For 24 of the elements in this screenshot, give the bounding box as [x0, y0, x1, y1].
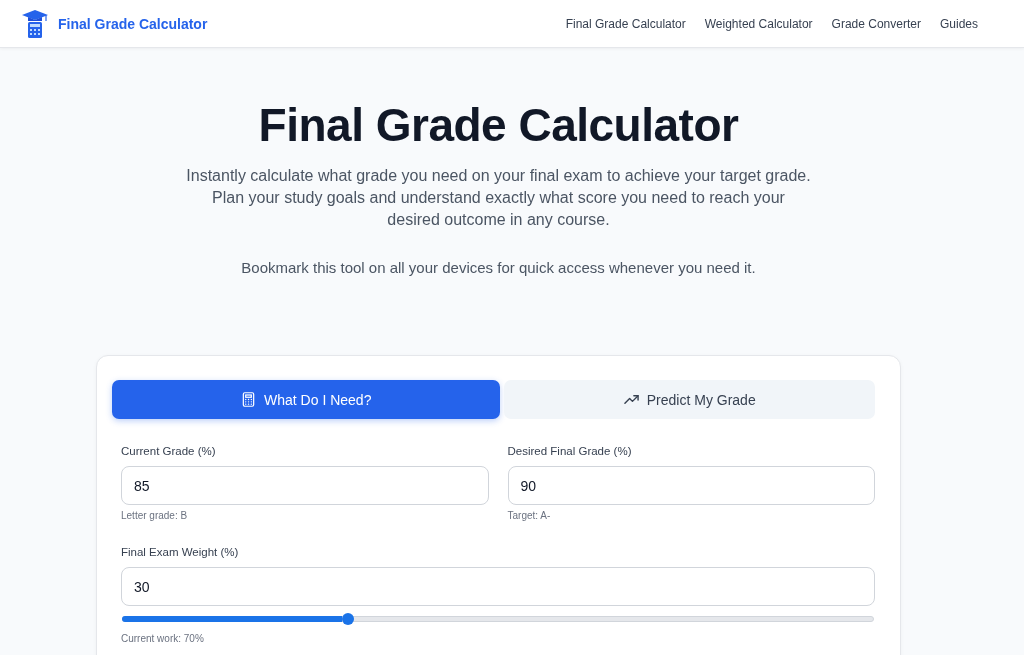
input-field[interactable]: 85 — [121, 466, 489, 505]
input-field[interactable]: 90 — [507, 466, 875, 505]
hint-text: Target: A- — [507, 509, 552, 522]
nav-link[interactable]: Grade Converter — [831, 16, 921, 31]
input-field[interactable]: 30 — [121, 567, 875, 606]
brand-link[interactable]: Final Grade Calculator — [58, 15, 208, 32]
mode-tab[interactable]: Predict My Grade — [504, 380, 875, 419]
hint-text: Current work: 70% — [121, 632, 205, 645]
calculator-icon — [241, 392, 257, 407]
trending-up-icon — [623, 392, 639, 407]
slider-thumb[interactable] — [342, 613, 354, 625]
page-title: Final Grade Calculator — [258, 98, 739, 152]
field-label: Final Exam Weight (%) — [121, 545, 240, 560]
mode-tab[interactable]: What Do I Need? — [112, 380, 501, 419]
slider-track[interactable] — [122, 616, 874, 622]
graduation-cap-calculator-icon — [22, 9, 48, 38]
field-label: Desired Final Grade (%) — [507, 444, 633, 459]
field-label: Current Grade (%) — [121, 444, 217, 459]
bookmark-note: Bookmark this tool on all your devices for quick access whenever you need it. — [241, 258, 756, 278]
nav-link[interactable]: Weighted Calculator — [704, 16, 813, 31]
description-text: Instantly calculate what grade you need on your final exam to achieve your target grade. Plan your study goals and understand exactly what score you need to reach your desired outcome in any course. — [185, 166, 812, 230]
hint-text: Letter grade: B — [121, 509, 189, 522]
nav-link[interactable]: Final Grade Calculator — [565, 16, 686, 31]
nav-link[interactable]: Guides — [939, 16, 978, 31]
